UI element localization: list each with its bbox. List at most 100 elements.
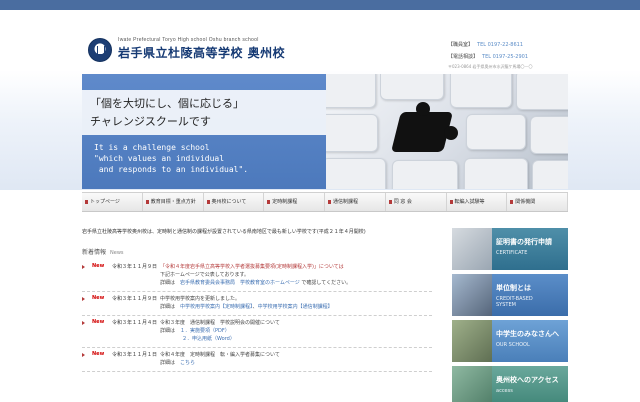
nav-item-policy[interactable]: 教育目標・重点方針 [143, 193, 204, 211]
puzzle-piece [326, 114, 378, 152]
hero-slogan-jp: 「個を大切にし、個に応じる」 チャレンジスクールです [90, 95, 244, 131]
banner-text: 奥州校へのアクセス access [492, 366, 568, 402]
puzzle-piece [516, 74, 568, 110]
new-badge: New [92, 319, 105, 325]
bullet-arrow-icon [82, 353, 85, 357]
news-date: 令和３年１１月９日 [112, 264, 158, 270]
news-link[interactable]: ２．申込用紙（Word） [182, 336, 235, 342]
access-banner[interactable]: 奥州校へのアクセス access [452, 366, 568, 402]
news-line: 中学校用学校案内を更新しました。 [160, 296, 241, 302]
puzzle-piece [326, 158, 386, 189]
school-address: 〒023-0864 岩手県奥州市水沢龍ケ馬場〇－〇 [448, 64, 533, 69]
nav-item-about[interactable]: 奥州校について [204, 193, 265, 211]
news-link[interactable]: こちら [180, 360, 195, 366]
hero-jp-box: 「個を大切にし、個に応じる」 チャレンジスクールです [82, 90, 326, 135]
school-name-en: Iwate Prefectural Toryo High school Oshu… [118, 37, 259, 43]
news-body: 令和４年度 定時制課程 転・編入学者募集について 詳細は こちら [160, 351, 432, 367]
news-date: 令和３年１１月９日 [112, 296, 158, 302]
bullet-arrow-icon [82, 297, 85, 301]
new-badge: New [92, 263, 105, 269]
contact-info: 【職員室】 TEL 0197-22-8611 【電話相談】 TEL 0197-25-… [448, 39, 568, 71]
news-suffix: で確認してください。 [301, 280, 352, 286]
banner-subtitle: CERTIFICATE [496, 250, 528, 256]
contact-row-staff: 【職員室】 TEL 0197-22-8611 [448, 39, 568, 51]
new-badge: New [92, 351, 105, 357]
news-link[interactable]: １．実施要項（PDF） [180, 328, 230, 334]
news-title: 新着情報 [82, 249, 107, 256]
school-name-jp[interactable]: 岩手県立杜陵高等学校 奥州校 [118, 44, 285, 61]
news-body: 令和３年度 通信制課程 学校説明会の開催について 詳細は １．実施要項（PDF）… [160, 319, 432, 343]
school-intro: 岩手県立杜陵高等学校奥州校は、定時制と通信制の課程が設置されている県南地区で最も… [82, 229, 366, 235]
news-body: 中学校用学校案内を更新しました。 詳細は 中学校用学校案内【定時制課程】、中学校… [160, 295, 432, 311]
nav-item-parttime[interactable]: 定時制課程 [264, 193, 325, 211]
banner-text: 中学生のみなさんへ OUR SCHOOL [492, 320, 568, 362]
contact-number: TEL 0197-25-2901 [482, 54, 529, 60]
news-prefix: 詳細は [160, 328, 176, 334]
news-heading: 新着情報 News [82, 247, 442, 256]
news-body: 「令和４年度岩手県立高等学校入学者選抜募集要項(定時制課程入学)」については 下… [160, 263, 432, 287]
banner-title: 中学生のみなさんへ [496, 330, 559, 338]
news-line: 令和４年度 定時制課程 転・編入学者募集について [160, 352, 280, 358]
site-header: Iwate Prefectural Toryo High school Oshu… [82, 34, 568, 74]
credit-system-banner[interactable]: 単位制とは CREDIT-BASED SYSTEM [452, 274, 568, 316]
news-line: 詳細は 中学校用学校案内【定時制課程】、中学校用学校案内【通信制課程】 [160, 304, 333, 310]
puzzle-piece [326, 74, 376, 108]
list-item: New 令和３年１１月９日 中学校用学校案内を更新しました。 詳細は 中学校用学… [82, 292, 432, 316]
news-link[interactable]: 中学校用学校案内【定時制課程】 [180, 304, 253, 310]
news-link[interactable]: 岩手県教育委員会事務局 学校教育室のホームページ [180, 280, 300, 286]
nav-item-transfer[interactable]: 転編入試験等 [447, 193, 508, 211]
banner-text: 証明書の発行申請 CERTIFICATE [492, 228, 568, 270]
puzzle-piece [392, 160, 458, 189]
puzzle-knob [444, 126, 458, 140]
nav-item-related[interactable]: 関係機関 [507, 193, 568, 211]
junior-high-banner[interactable]: 中学生のみなさんへ OUR SCHOOL [452, 320, 568, 362]
banner-title: 奥州校へのアクセス [496, 376, 559, 384]
school-emblem-icon[interactable] [88, 38, 112, 62]
contact-label: 【職員室】 [448, 42, 474, 48]
news-date: 令和３年１１月４日 [112, 320, 158, 326]
news-line: 詳細は こちら [160, 359, 432, 367]
banner-title: 証明書の発行申請 [496, 238, 552, 246]
contact-row-consult: 【電話相談】 TEL 0197-25-2901 [448, 51, 568, 63]
news-line: ２．申込用紙（Word） [160, 335, 432, 343]
certificate-banner[interactable]: 証明書の発行申請 CERTIFICATE [452, 228, 568, 270]
nav-item-correspondence[interactable]: 通信制課程 [325, 193, 386, 211]
puzzle-knob [416, 102, 430, 116]
news-prefix: 詳細は [160, 304, 176, 310]
news-prefix: 詳細は [160, 280, 176, 286]
banner-subtitle: CREDIT-BASED SYSTEM [496, 296, 533, 308]
puzzle-piece [464, 158, 528, 189]
contact-label: 【電話相談】 [448, 54, 479, 60]
news-line: 下記ホームページで公表しております。 [160, 272, 249, 278]
top-bar [0, 0, 640, 10]
list-item: New 令和３年１１月１日 令和４年度 定時制課程 転・編入学者募集について 詳… [82, 348, 432, 372]
puzzle-piece [530, 116, 568, 154]
certificate-photo [452, 228, 492, 270]
hero-text-panel: 「個を大切にし、個に応じる」 チャレンジスクールです It is a chall… [82, 74, 326, 189]
hero-slogan-en: It is a challenge school "which values a… [94, 143, 249, 174]
puzzle-piece [380, 74, 444, 100]
hero-slogan-line1: 「個を大切にし、個に応じる」 [90, 97, 244, 110]
nav-item-top[interactable]: トップページ [82, 193, 143, 211]
emblem-mark [97, 46, 105, 55]
news-title-en: News [110, 250, 124, 256]
puzzle-image [326, 74, 568, 189]
banner-subtitle: access [496, 388, 513, 394]
news-line: 「令和４年度岩手県立高等学校入学者選抜募集要項(定時制課程入学)」については [160, 264, 344, 270]
new-badge: New [92, 295, 105, 301]
bullet-arrow-icon [82, 265, 85, 269]
classroom-photo [452, 274, 492, 316]
bullet-arrow-icon [82, 321, 85, 325]
news-list: New 令和３年１１月９日 「令和４年度岩手県立高等学校入学者選抜募集要項(定時… [82, 260, 432, 372]
global-nav: トップページ 教育目標・重点方針 奥州校について 定時制課程 通信制課程 同 窓… [82, 192, 568, 212]
news-link[interactable]: 中学校用学校案内【通信制課程】 [258, 304, 333, 310]
news-line: 詳細は 岩手県教育委員会事務局 学校教育室のホームページ で確認してください。 [160, 279, 432, 287]
banner-text: 単位制とは CREDIT-BASED SYSTEM [492, 274, 568, 316]
puzzle-piece [532, 160, 568, 189]
news-line: 令和３年度 通信制課程 学校説明会の開催について [160, 320, 280, 326]
contact-number: TEL 0197-22-8611 [477, 42, 524, 48]
list-item: New 令和３年１１月４日 令和３年度 通信制課程 学校説明会の開催について 詳… [82, 316, 432, 348]
nav-item-alumni[interactable]: 同 窓 会 [386, 193, 447, 211]
map-photo [452, 366, 492, 402]
news-line: 詳細は １．実施要項（PDF） [160, 327, 432, 335]
